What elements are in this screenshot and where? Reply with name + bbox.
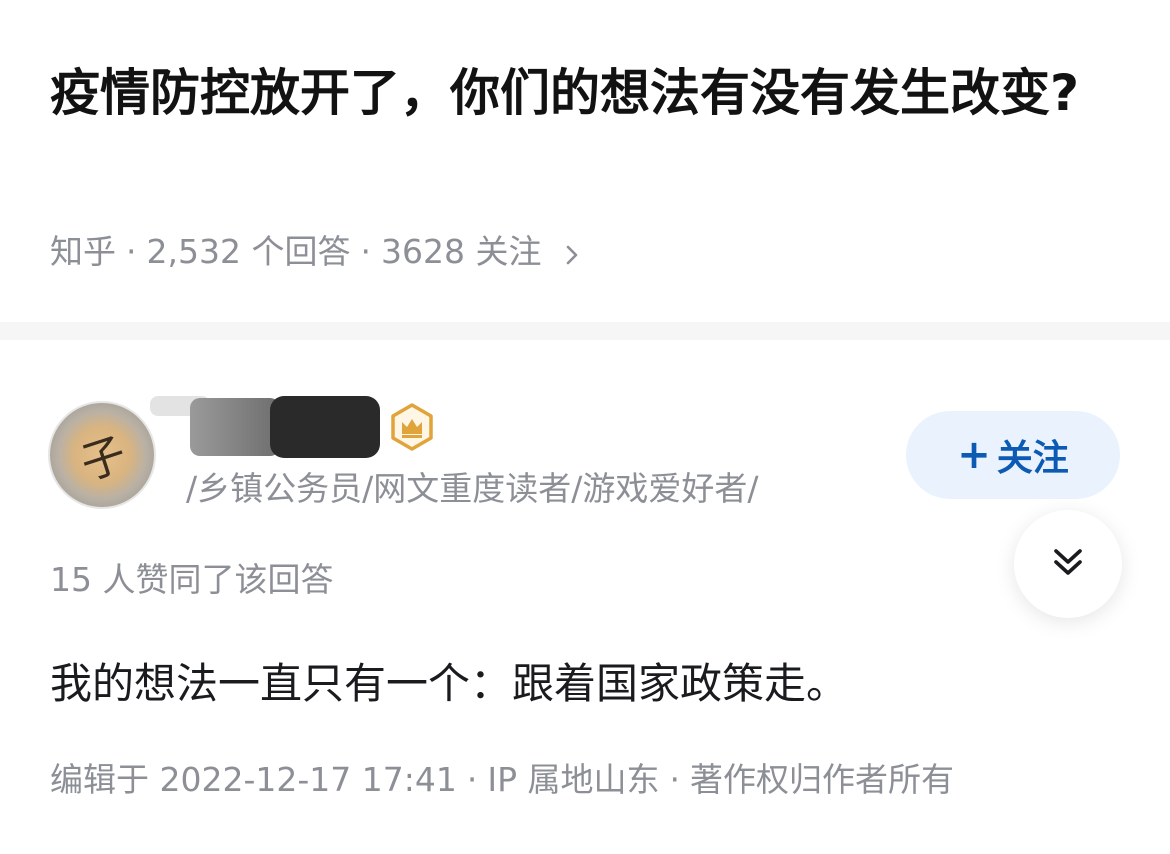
meta-separator: · [669, 760, 681, 799]
meta-separator: · [466, 760, 478, 799]
meta-separator: · [360, 232, 371, 271]
answer-count: 2,532 个回答 [146, 232, 351, 271]
plus-icon: + [957, 432, 991, 478]
follower-count: 3628 关注 [380, 232, 542, 271]
question-header[interactable]: 疫情防控放开了，你们的想法有没有发生改变? 知乎 · 2,532 个回答 · 3628 … [0, 0, 1170, 320]
follow-button[interactable]: + 关注 [906, 411, 1120, 499]
ip-location: IP 属地山东 [487, 760, 660, 799]
edit-timestamp: 编辑于 2022-12-17 17:41 [50, 760, 457, 799]
vote-count: 15 人赞同了该回答 [50, 560, 334, 599]
follow-label: 关注 [996, 438, 1069, 479]
answer-card: 子 /乡镇公务员/网文重度读者/游戏爱好者/ + 关注 15 人赞同了该回答 我… [0, 340, 1170, 854]
answer-content[interactable]: 我的想法一直只有一个：跟着国家政策走。 [50, 654, 848, 714]
answer-footer-meta: 编辑于 2022-12-17 17:41 · IP 属地山东 · 著作权归作者所有 [50, 756, 954, 804]
redaction-blur [190, 398, 280, 456]
avatar-glyph: 子 [74, 428, 133, 491]
answer-page: 疫情防控放开了，你们的想法有没有发生改变? 知乎 · 2,532 个回答 · 3628 … [0, 0, 1170, 854]
double-chevron-down-icon [1051, 545, 1085, 583]
meta-separator: · [126, 232, 137, 271]
avatar[interactable]: 子 [48, 401, 156, 509]
copyright-notice: 著作权归作者所有 [690, 760, 954, 799]
crown-badge-icon[interactable] [388, 403, 436, 451]
source-label: 知乎 [50, 232, 116, 271]
question-meta[interactable]: 知乎 · 2,532 个回答 · 3628 关注 [50, 228, 579, 278]
author-bio: /乡镇公务员/网文重度读者/游戏爱好者/ [186, 469, 759, 508]
expand-button[interactable] [1014, 510, 1122, 618]
redaction-blur [270, 396, 380, 458]
author-name-redacted[interactable] [150, 396, 380, 458]
question-title[interactable]: 疫情防控放开了，你们的想法有没有发生改变? [50, 54, 1130, 132]
chevron-right-icon[interactable] [541, 236, 579, 271]
section-divider [0, 322, 1170, 340]
